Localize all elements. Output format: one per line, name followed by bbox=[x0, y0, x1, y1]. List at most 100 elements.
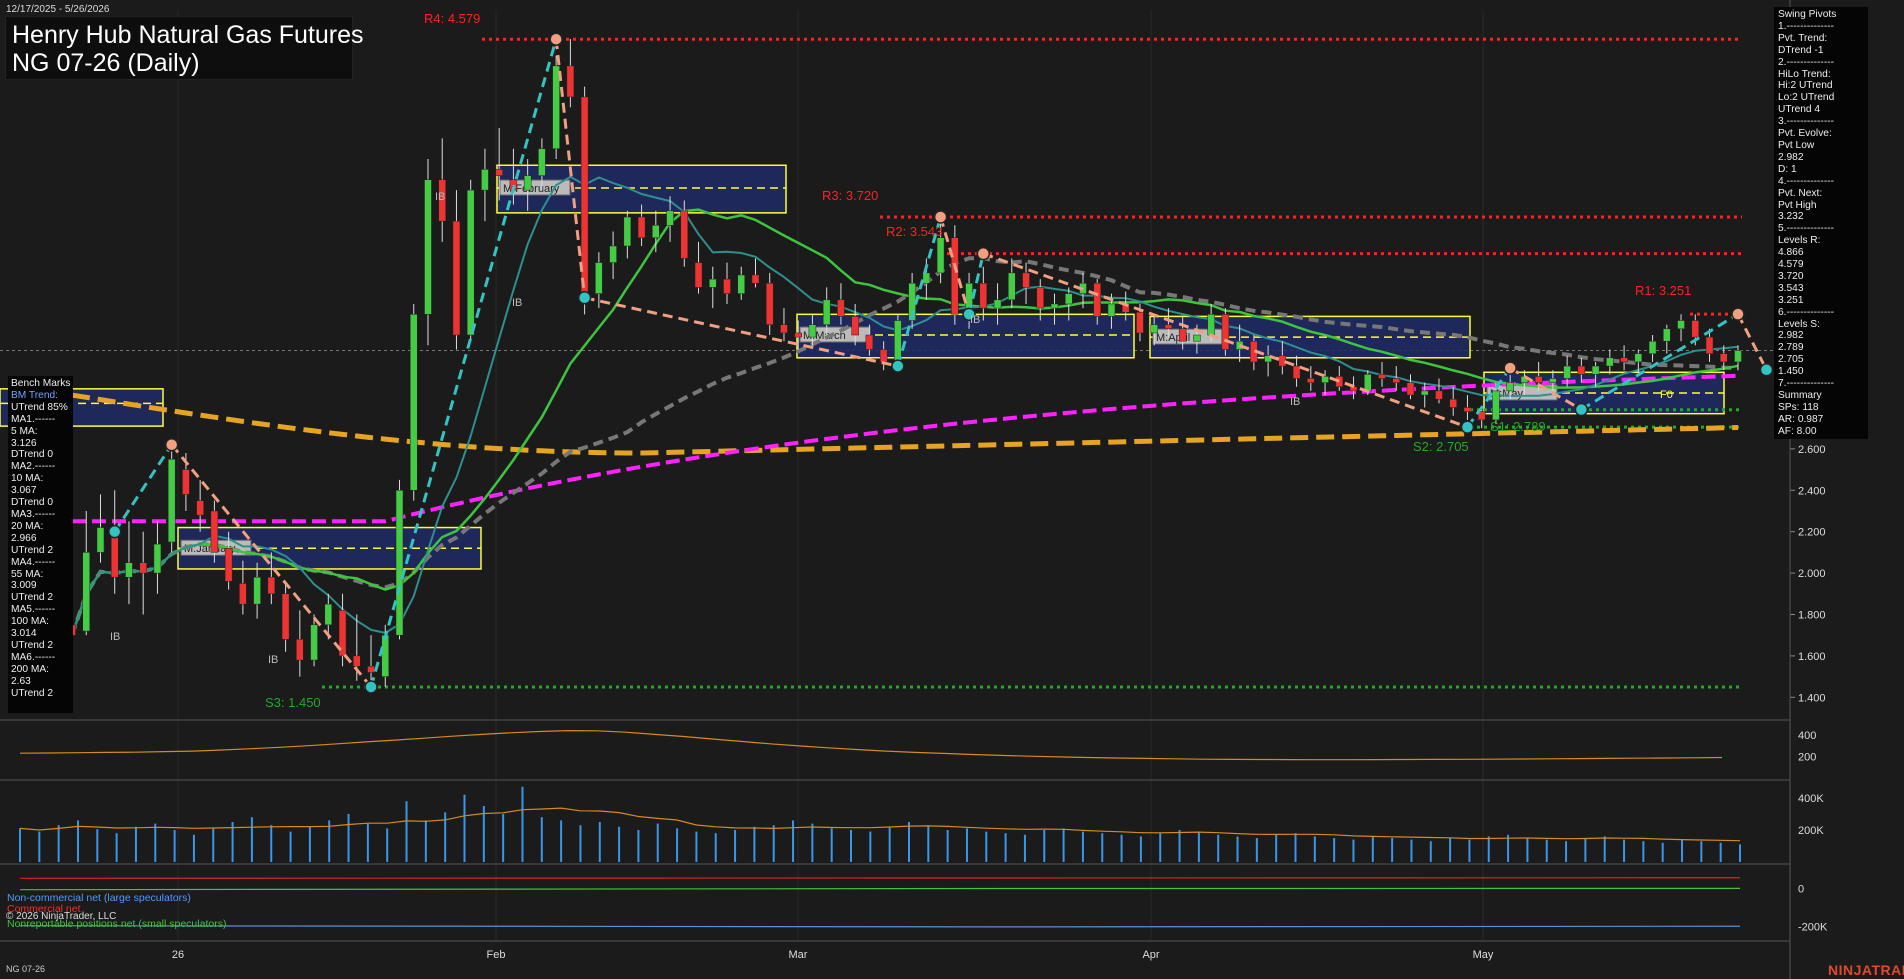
swing-pivot-marker bbox=[364, 680, 378, 694]
candle-body bbox=[765, 283, 774, 325]
ib-label: IB bbox=[512, 297, 522, 309]
candle-body bbox=[979, 283, 988, 309]
swing-pivot-marker bbox=[1574, 402, 1589, 417]
indicator-tick-label: 200 bbox=[1798, 751, 1816, 763]
candle-body bbox=[381, 634, 390, 677]
cot-tick-label: -200K bbox=[1798, 922, 1828, 934]
candle-body bbox=[1720, 353, 1728, 363]
time-tick-label: Apr bbox=[1142, 949, 1159, 961]
bench-mark-line: MA6.------ bbox=[11, 651, 56, 663]
candle-body bbox=[1463, 407, 1472, 412]
swing-pivot-line: 2.-------------- bbox=[1778, 56, 1834, 68]
swing-pivot-line: 3.-------------- bbox=[1778, 116, 1834, 128]
candle-body bbox=[538, 148, 546, 176]
date-range: 12/17/2025 - 5/26/2026 bbox=[6, 4, 110, 15]
ib-label: IB bbox=[268, 654, 278, 666]
candle-body bbox=[936, 237, 945, 274]
r3-label: R3: 3.720 bbox=[822, 188, 878, 203]
candle-body bbox=[167, 458, 176, 543]
candle-body bbox=[281, 593, 290, 640]
swing-pivots-panel: Swing Pivots 1.-------------- Pvt. Trend: D… bbox=[1774, 7, 1868, 439]
candle-body bbox=[837, 299, 845, 317]
candle-body bbox=[623, 216, 632, 247]
candle-body bbox=[922, 272, 931, 284]
candle-body bbox=[680, 210, 689, 259]
candle-body bbox=[609, 245, 617, 263]
bench-mark-line: UTrend 2 bbox=[11, 687, 54, 699]
candle-body bbox=[1648, 340, 1657, 354]
commercial-net-line bbox=[19, 877, 1741, 879]
candle-body bbox=[110, 531, 119, 578]
candle-body bbox=[481, 169, 489, 191]
swing-pivot-line: Pvt Low bbox=[1778, 139, 1815, 151]
candle-body bbox=[1534, 376, 1543, 383]
volume-tick-label: 400K bbox=[1798, 793, 1824, 805]
swing-pivot-line: Summary bbox=[1778, 390, 1822, 401]
candle-body bbox=[466, 189, 475, 336]
swing-pivot-line: 2.982 bbox=[1778, 151, 1804, 163]
candle-body bbox=[1164, 324, 1173, 330]
chart-title: Henry Hub Natural Gas Futures bbox=[12, 21, 364, 49]
candle-body bbox=[1107, 303, 1116, 317]
candle-body bbox=[1093, 283, 1101, 317]
ib-label: IB bbox=[970, 314, 980, 326]
price-tick-label: 2.600 bbox=[1798, 444, 1826, 456]
candle-body bbox=[1292, 365, 1301, 379]
bench-marks-panel: Bench Marks BM Trend: UTrend 85% MA1.----… bbox=[8, 376, 73, 713]
swing-pivot-line: Pvt High bbox=[1778, 199, 1817, 211]
swing-pivot-line: Lo:2 UTrend bbox=[1778, 92, 1835, 104]
price-chart[interactable]: M:JanuaryM:FebruaryM:MarchM:AprilM:MayF0… bbox=[0, 0, 1904, 979]
price-tick-label: 1.600 bbox=[1798, 651, 1826, 663]
swing-pivot-marker bbox=[1759, 363, 1774, 377]
candle-body bbox=[139, 562, 147, 574]
candle-body bbox=[1435, 390, 1443, 400]
time-tick-label: 26 bbox=[172, 949, 184, 961]
candle-body bbox=[1620, 357, 1628, 363]
bench-mark-line: 5 MA: bbox=[11, 425, 38, 437]
swing-pivot-line: 6.-------------- bbox=[1778, 306, 1834, 318]
swing-pivot-line: UTrend 4 bbox=[1778, 104, 1821, 116]
price-tick-label: 2.200 bbox=[1798, 527, 1826, 539]
swing-pivot-line: Levels R: bbox=[1778, 235, 1821, 247]
bench-mark-line: 2.63 bbox=[11, 675, 31, 687]
s2-label: S2: 2.705 bbox=[1413, 439, 1469, 454]
ib-label: IB bbox=[110, 631, 120, 643]
swing-pivot-line: 1.450 bbox=[1778, 366, 1804, 378]
swing-pivot-line: 1.-------------- bbox=[1778, 20, 1834, 32]
candle-body bbox=[1705, 336, 1714, 354]
candle-body bbox=[82, 552, 90, 632]
swing-pivot-line: 5.-------------- bbox=[1778, 223, 1834, 235]
bench-mark-line: 100 MA: bbox=[11, 616, 49, 628]
time-tick-label: Feb bbox=[487, 949, 506, 961]
bench-mark-line: UTrend 2 bbox=[11, 592, 54, 604]
candle-body bbox=[595, 262, 603, 294]
swing-pivot-line: HiLo Trend: bbox=[1778, 68, 1831, 80]
candle-body bbox=[993, 299, 1002, 309]
candle-body bbox=[1307, 378, 1315, 383]
candle-body bbox=[894, 320, 902, 363]
swing-pivot-line: 3.232 bbox=[1778, 211, 1804, 223]
candle-body bbox=[523, 175, 532, 191]
candle-body bbox=[666, 210, 674, 226]
candle-body bbox=[1392, 378, 1401, 383]
candle-body bbox=[865, 334, 874, 350]
cot-tick-label: 0 bbox=[1798, 884, 1804, 896]
bench-mark-line: DTrend 0 bbox=[11, 449, 54, 461]
candle-body bbox=[395, 490, 404, 636]
bench-mark-line: 3.014 bbox=[11, 628, 37, 640]
swing-pivot-marker bbox=[933, 210, 948, 224]
s1-label: S1: 2.789 bbox=[1490, 419, 1546, 434]
bench-mark-line: UTrend 2 bbox=[11, 639, 54, 651]
time-tick-label: May bbox=[1473, 949, 1494, 961]
bench-mark-line: 3.009 bbox=[11, 580, 37, 592]
ib-label: IB bbox=[1290, 396, 1300, 408]
time-tick-label: Mar bbox=[789, 949, 808, 961]
swing-pivot-line: 3.543 bbox=[1778, 282, 1804, 294]
swing-pivot-marker bbox=[164, 437, 179, 452]
swing-pivot-marker bbox=[976, 246, 991, 261]
bench-mark-line: UTrend 2 bbox=[11, 544, 54, 556]
candle-body bbox=[1563, 365, 1571, 379]
ib-label: IB bbox=[435, 191, 445, 203]
price-tick-label: 1.800 bbox=[1798, 609, 1826, 621]
title-box: Henry Hub Natural Gas Futures NG 07-26 (… bbox=[5, 16, 364, 80]
